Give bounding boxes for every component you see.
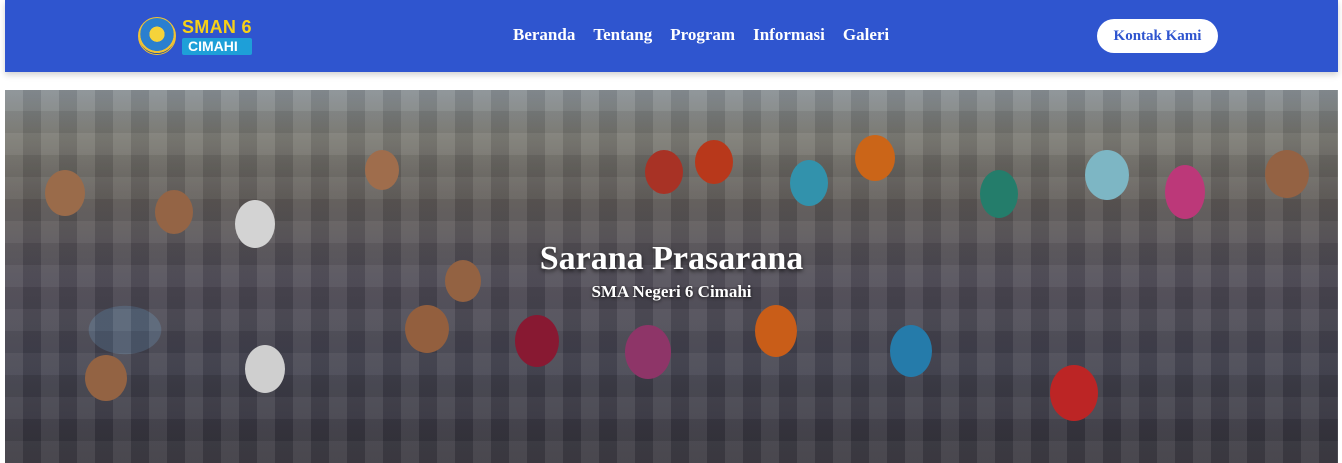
hero-banner: Sarana Prasarana SMA Negeri 6 Cimahi [5,90,1338,463]
nav-tentang[interactable]: Tentang [593,25,652,45]
hero-subtitle: SMA Negeri 6 Cimahi [591,282,752,301]
nav-galeri[interactable]: Galeri [843,25,889,45]
nav-program[interactable]: Program [670,25,735,45]
hero-title: Sarana Prasarana [539,240,804,277]
school-logo[interactable]: SMAN 6 CIMAHI [138,15,268,57]
top-navbar: SMAN 6 CIMAHI Beranda Tentang Program In… [5,0,1338,72]
nav-informasi[interactable]: Informasi [753,25,825,45]
logo-line2: CIMAHI [182,37,252,55]
main-nav: Beranda Tentang Program Informasi Galeri [513,25,889,45]
logo-line1: SMAN 6 [182,16,252,37]
contact-button[interactable]: Kontak Kami [1097,19,1218,53]
school-emblem-icon [138,17,176,55]
logo-text: SMAN 6 CIMAHI [182,18,252,55]
nav-beranda[interactable]: Beranda [513,25,575,45]
